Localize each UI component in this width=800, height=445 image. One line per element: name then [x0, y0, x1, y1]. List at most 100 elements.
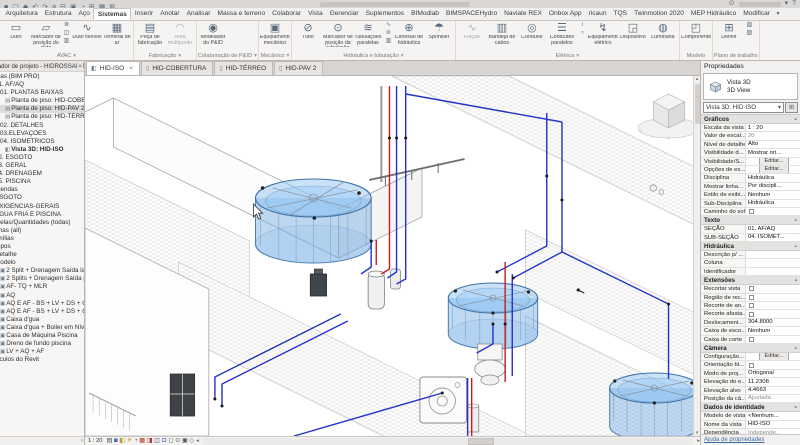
ribbon-tab-bimspacehydro[interactable]: BIMSPACEHydro — [442, 8, 500, 20]
scroll-down-icon[interactable]: ▾ — [696, 430, 699, 436]
view-tab-hid-iso[interactable]: ◧ HID-ISO × — [86, 61, 141, 75]
tree-item-planta-de-piso-hid-terreo[interactable]: ▤Planta de piso: HID-TÉRREO — [0, 113, 84, 121]
tree-item-esgoto[interactable]: ESGOTO — [0, 194, 84, 202]
tree-item-planta-de-piso-hid-pav-2[interactable]: ▤Planta de piso: HID-PAV 2 — [0, 105, 84, 114]
tree-item-folhas-all[interactable]: Folhas (all) — [0, 227, 84, 235]
user-account-name[interactable] — [738, 1, 781, 7]
chevron-down-icon[interactable]: ▾ — [286, 52, 289, 60]
chevron-down-icon[interactable]: ▾ — [73, 52, 76, 60]
ribbon-button-conduite[interactable]: ◎ Conduíte — [517, 21, 547, 47]
properties-section-dados-de-identidade[interactable]: Dados de identidade ▴ — [701, 403, 800, 413]
ribbon-tab-arquitetura[interactable]: Arquitetura — [2, 8, 41, 20]
ribbon-tab-overflow-icon[interactable]: ▾ — [774, 8, 783, 20]
properties-section-texto[interactable]: Texto ▴ — [701, 216, 800, 226]
section-collapse-icon[interactable]: ▴ — [794, 115, 797, 123]
property-value-sub-disciplina[interactable]: Hidráulica — [746, 199, 800, 207]
ribbon-button-sprinkler[interactable]: ☂ Sprinkler — [424, 21, 454, 47]
view-control-icon[interactable]: ◧ — [119, 437, 125, 445]
property-value-sub-secao[interactable]: 04. ISOMÉT... — [746, 233, 800, 242]
view-control-icon[interactable]: ⊡ — [162, 437, 167, 445]
view-scale[interactable]: 1 : 20 — [88, 438, 103, 444]
property-value-coluna[interactable] — [746, 259, 800, 267]
ribbon-tab-colaborar[interactable]: Colaborar — [269, 8, 305, 20]
tree-item-aq-e-af-bs-lv-ds-ch-90[interactable]: ▣AQ E AF - BS + LV + DS + CH 90° — [0, 308, 84, 316]
ribbon-button-conexao-de-hidraulica[interactable]: ⊕ Conexão de hidráulica — [394, 21, 424, 47]
qat-icon[interactable]: ⊟ — [60, 4, 66, 8]
property-value-valor-de-escal[interactable]: 20 — [746, 132, 800, 140]
tree-item-lv-aq-af[interactable]: ▣LV + AQ + AF — [0, 348, 84, 356]
ribbon-button-duto-flexivel[interactable]: ∿ Duto flexível — [72, 21, 102, 47]
view-control-icon[interactable]: ▣ — [182, 437, 188, 445]
tree-item-legendas[interactable]: Legendas — [0, 186, 84, 194]
property-value-nome-da-vista[interactable]: HID-ISO — [746, 420, 800, 429]
section-collapse-icon[interactable]: ▴ — [794, 276, 797, 284]
help-icon[interactable]: ? — [792, 0, 796, 8]
view-control-icon[interactable]: ⊙ — [175, 437, 180, 445]
ribbon-tab-onbox-app[interactable]: Onbox App — [545, 8, 585, 20]
property-value-estilo-de-exibi[interactable]: Nenhum — [746, 191, 800, 199]
ribbon-button-bandeja-de-cabos[interactable]: ▥ Bandeja de cabos — [487, 21, 517, 47]
checkbox[interactable] — [749, 294, 754, 300]
property-value-disciplina[interactable]: Hidráulica — [746, 174, 800, 182]
section-collapse-icon[interactable]: ▴ — [794, 403, 797, 411]
chevron-down-icon[interactable]: ▾ — [785, 0, 789, 8]
tree-item-05-piscina[interactable]: 05. PISCINA — [0, 178, 84, 186]
view-control-icon[interactable]: ◻ — [168, 437, 173, 445]
tree-item-af-tq-mlr[interactable]: ▣AF- TQ + MLR — [0, 283, 84, 291]
property-value-mostrar-linha[interactable]: Por discipli... — [746, 182, 800, 191]
scrollbar-thumb[interactable] — [467, 437, 494, 445]
pump[interactable] — [309, 273, 327, 297]
ribbon-tab-mep-hidraulico[interactable]: MEP Hidráulico — [687, 8, 739, 20]
project-browser-scrollbar[interactable]: › — [0, 436, 84, 445]
property-value-regiao-de-rec[interactable] — [746, 293, 800, 302]
ribbon-button-equipamento-eletrico[interactable]: ↯ Equipamento elétrico — [588, 21, 618, 47]
property-value-recorte-de-an[interactable] — [746, 302, 800, 310]
qat-icon[interactable]: ⊠ — [109, 4, 115, 8]
ribbon-tab-ricaun[interactable]: ricaun — [585, 8, 610, 20]
qat-icon[interactable]: ◆ — [23, 4, 28, 8]
property-value-descricao-p[interactable] — [746, 251, 800, 259]
ribbon-small-button[interactable]: ⊜ — [383, 30, 394, 38]
property-value-nivel-de-detalhe[interactable]: Alto — [746, 140, 800, 149]
checkbox[interactable] — [749, 311, 754, 317]
qat-icon[interactable]: ■ — [4, 4, 8, 8]
tree-item-caixa-d-gua[interactable]: ▣Caixa d'gua — [0, 316, 84, 324]
tree-item-2-split-drenagem-saida-lado-direit[interactable]: ▣2 Split + Drenagem Saída lado Direit — [0, 267, 84, 275]
ribbon-tab-twinmotion-2020[interactable]: Twinmotion 2020 — [631, 8, 688, 20]
view-control-icon[interactable]: ▤ — [107, 437, 113, 445]
view-control-icon[interactable]: ☀ — [127, 437, 133, 445]
properties-section-hidraulica[interactable]: Hidráulica ▴ — [701, 242, 800, 252]
ribbon-small-button[interactable]: ▥ — [61, 38, 72, 46]
ribbon-tab-analisar[interactable]: Analisar — [183, 8, 214, 20]
ribbon-tab-gerenciar[interactable]: Gerenciar — [326, 8, 362, 20]
property-value-elevacao-do-e[interactable]: 11.2308 — [746, 378, 800, 386]
tree-item-modelo[interactable]: Modelo — [0, 259, 84, 267]
property-value-caminho-do-sol[interactable] — [746, 207, 800, 216]
view-control-icon[interactable]: ◨ — [147, 437, 153, 445]
checkbox[interactable] — [749, 209, 754, 215]
ribbon-button-marcador-de-posicao-do-duto[interactable]: ▱Marcador de posição do duto — [31, 21, 61, 47]
properties-section-graficos[interactable]: Gráficos ▴ — [701, 115, 800, 124]
ribbon-button-marcador-de-posicao-da-tubulacao[interactable]: ⊙Marcador de posição da tubulação — [323, 21, 353, 47]
ribbon-button-dispositivo[interactable]: ◲ Dispositivo — [618, 21, 648, 47]
canvas-vertical-scrollbar[interactable]: ▴ ▾ — [693, 76, 700, 436]
chevron-down-icon[interactable]: ▾ — [254, 52, 257, 60]
ribbon-small-button[interactable]: ▧ — [744, 22, 755, 30]
property-value-recortar-vista[interactable] — [746, 285, 800, 293]
property-value-identificador[interactable] — [746, 267, 800, 276]
tree-item-vinculos-do-revit[interactable]: Vínculos do Revit — [0, 356, 84, 364]
type-selector[interactable]: Vista 3D 3D View — [703, 73, 798, 100]
tree-item-01-af-aq[interactable]: 01. AF/AQ — [0, 81, 84, 89]
ribbon-button-conduites-paralelos[interactable]: ☰ Conduítes paralelos — [547, 21, 577, 47]
view-tab-hid-terreo[interactable]: ▯ HID-TÉRREO — [214, 61, 274, 75]
property-value-configuracao[interactable]: Editar... — [746, 352, 800, 361]
property-value-deslocament[interactable]: 304.8000 — [746, 318, 800, 327]
ribbon-button-luminaria[interactable]: ◍ Luminária — [648, 21, 678, 47]
property-value-orientacao-bl[interactable] — [746, 361, 800, 369]
ribbon-small-button[interactable]: ○ — [577, 30, 588, 38]
section-collapse-icon[interactable]: ▴ — [794, 242, 797, 250]
properties-section-extensoes[interactable]: Extensões ▴ — [701, 276, 800, 286]
ribbon-tab-tqs[interactable]: TQS — [610, 8, 631, 20]
ribbon-button-definir[interactable]: ⊞ Definir — [714, 21, 744, 47]
view-tab-hid-cobertura[interactable]: ▯ HID-COBERTURA — [141, 61, 214, 75]
